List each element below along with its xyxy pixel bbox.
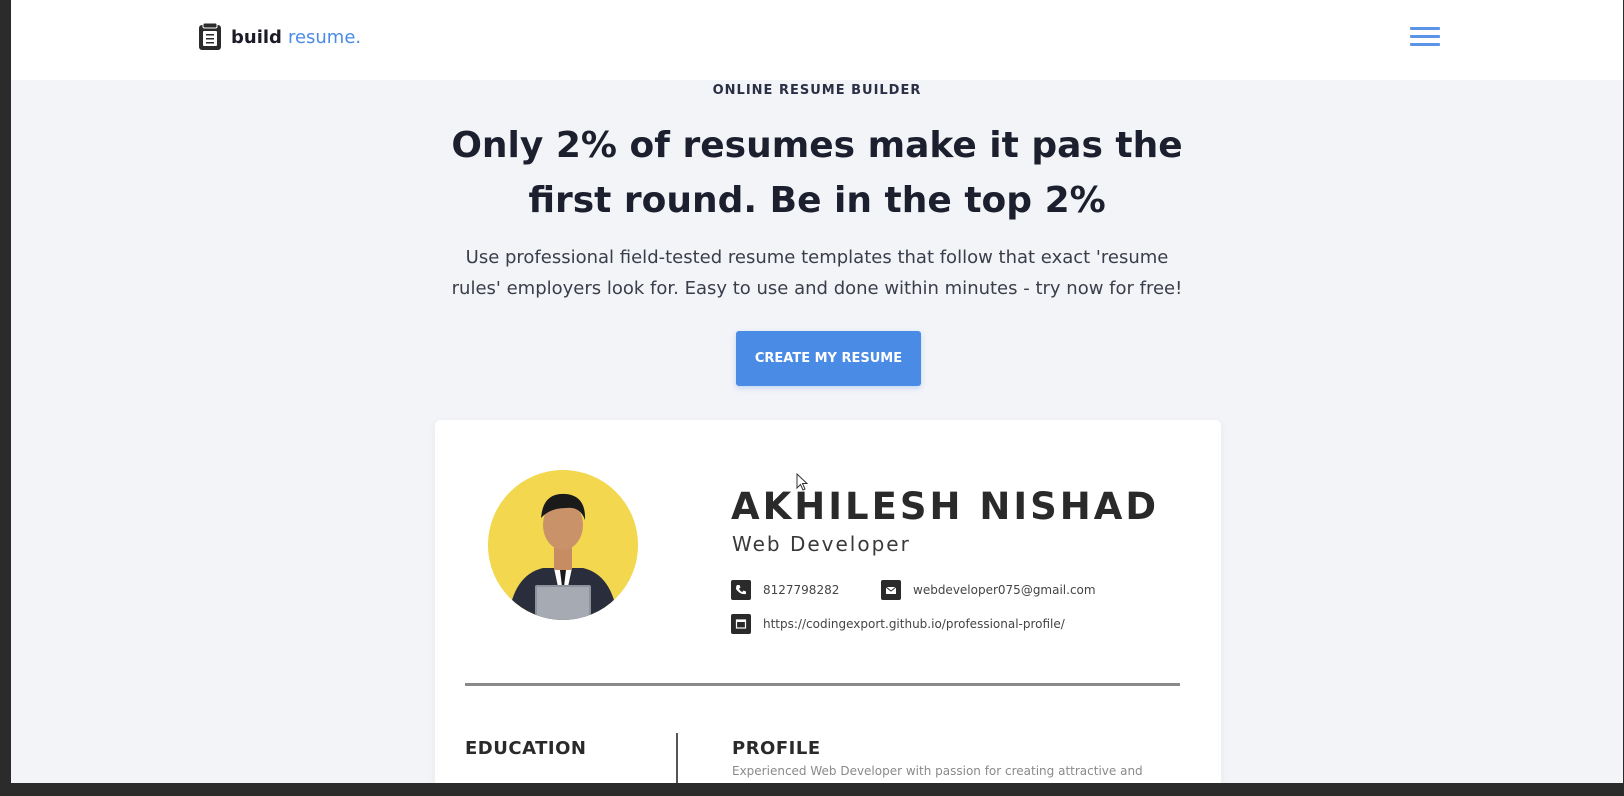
resume-divider xyxy=(465,683,1180,686)
contact-email: webdeveloper075@gmail.com xyxy=(881,580,1096,600)
web-icon xyxy=(731,614,751,634)
brand-logo[interactable]: build resume. xyxy=(197,22,361,52)
contact-website: https://codingexport.github.io/professio… xyxy=(731,614,1065,634)
phone-icon xyxy=(731,580,751,600)
hamburger-menu-icon[interactable] xyxy=(1410,27,1440,51)
resume-role: Web Developer xyxy=(732,532,911,556)
headline-line-2: first round. Be in the top 2% xyxy=(528,180,1106,221)
brand-primary-text: build xyxy=(231,26,282,48)
profile-heading: PROFILE xyxy=(732,738,821,759)
resume-doc-icon xyxy=(199,22,221,50)
subtext-line-2: rules' employers look for. Easy to use a… xyxy=(451,278,1183,299)
email-address: webdeveloper075@gmail.com xyxy=(913,583,1096,597)
hero-subtext: Use professional field-tested resume tem… xyxy=(427,242,1207,304)
avatar xyxy=(488,470,638,620)
profile-text: Experienced Web Developer with passion f… xyxy=(732,764,1143,778)
brand-accent-text: resume. xyxy=(287,26,362,48)
mouse-cursor-icon xyxy=(796,473,809,491)
column-separator xyxy=(676,733,678,783)
person-photo xyxy=(488,470,638,620)
hero-eyebrow: ONLINE RESUME BUILDER xyxy=(712,83,922,98)
hero-headline: Only 2% of resumes make it pas the first… xyxy=(417,118,1217,228)
phone-number: 8127798282 xyxy=(763,583,840,597)
resume-preview-card: AKHILESH NISHAD Web Developer 8127798282… xyxy=(435,420,1221,783)
headline-line-1: Only 2% of resumes make it pas the xyxy=(451,125,1183,166)
mail-icon xyxy=(881,580,901,600)
contact-phone: 8127798282 xyxy=(731,580,839,600)
website-url: https://codingexport.github.io/professio… xyxy=(763,617,1065,631)
subtext-line-1: Use professional field-tested resume tem… xyxy=(465,247,1169,268)
create-resume-button[interactable]: CREATE MY RESUME xyxy=(736,331,921,386)
top-navbar: build resume. xyxy=(11,0,1623,80)
education-heading: EDUCATION xyxy=(465,738,587,759)
browser-viewport: build resume. ONLINE RESUME BUILDER Only… xyxy=(11,0,1623,783)
